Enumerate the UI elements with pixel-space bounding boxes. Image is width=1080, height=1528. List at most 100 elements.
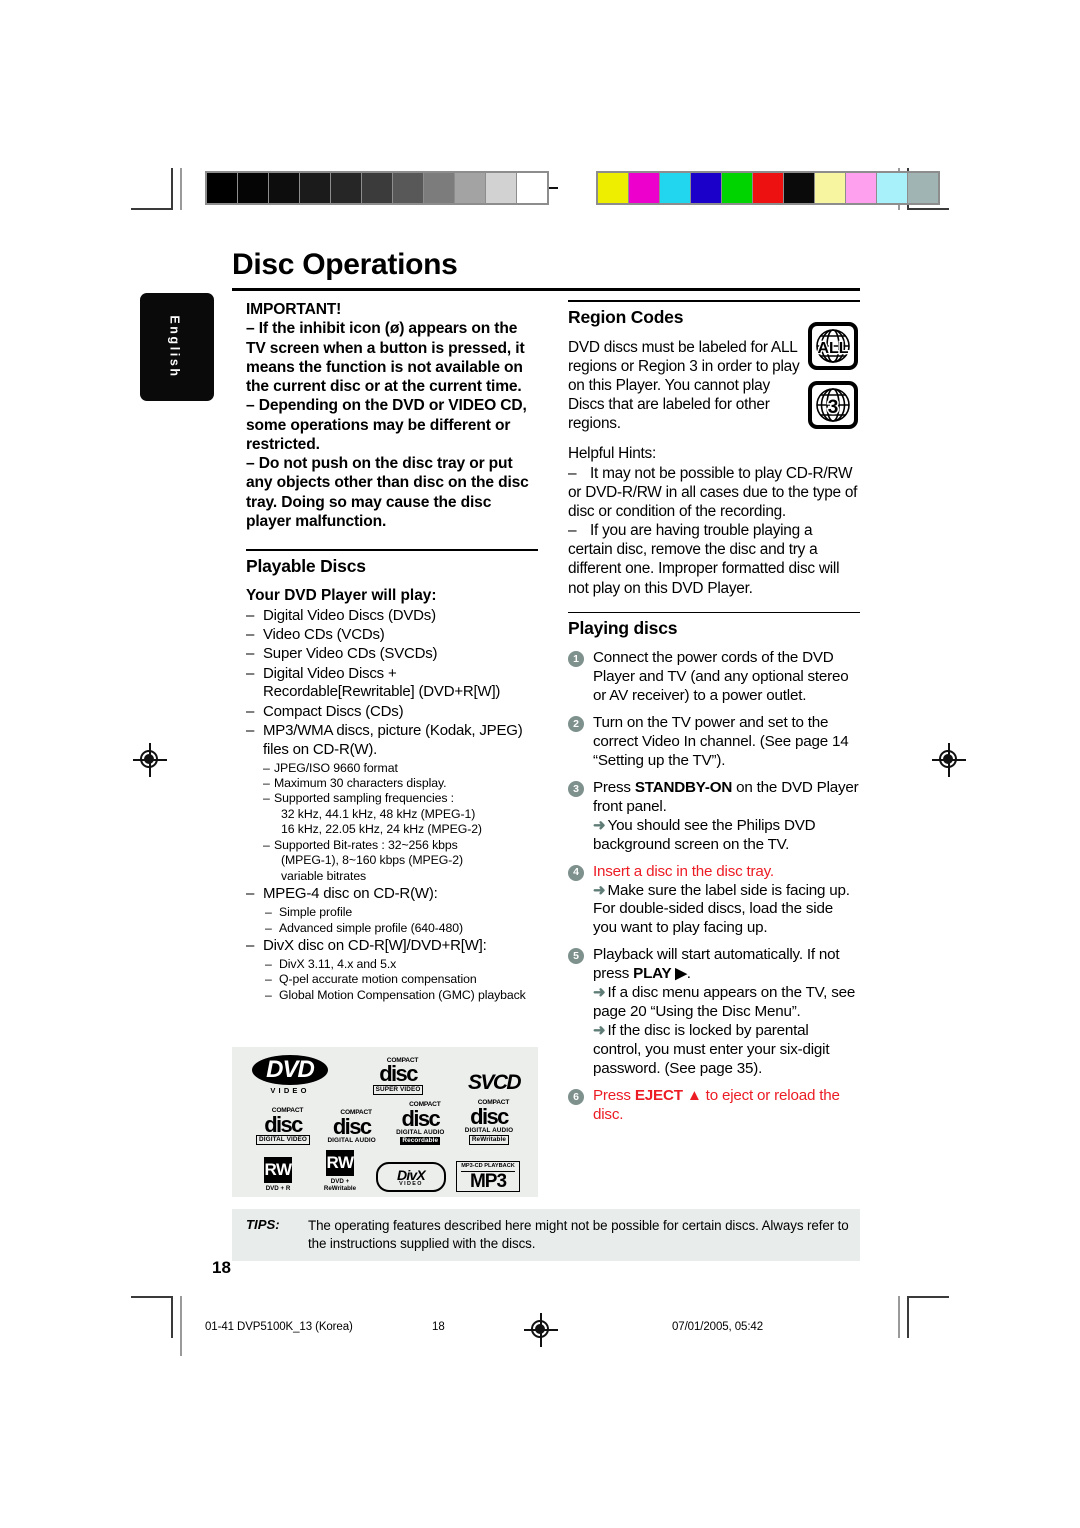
calibration-swatch	[629, 173, 659, 203]
cd-dv-main: disc	[264, 1111, 303, 1137]
arrow-icon: ➜	[593, 816, 606, 834]
dash-bullet: –	[263, 837, 270, 852]
manual-page: English Disc Operations IMPORTANT! – If …	[0, 0, 1080, 1528]
region-codes-rule	[568, 300, 860, 302]
playable-disc-subitem-text: Supported sampling frequencies :	[274, 791, 454, 806]
playable-disc-subitem: – Advanced simple profile (640-480)	[263, 921, 538, 937]
cd-rec-sub: DIGITAL AUDIO	[396, 1129, 445, 1137]
cd-digital-audio-logo-icon: COMPACT disc DIGITAL AUDIO	[321, 1109, 383, 1145]
dvd-video-logo-icon: DVD VIDEO	[252, 1055, 328, 1095]
footer-page: 18	[432, 1321, 445, 1333]
playing-discs-heading: Playing discs	[568, 618, 678, 639]
playable-disc-subitem-text: Supported Bit-rates : 32~256 kbps	[274, 837, 458, 852]
dash-bullet: –	[263, 791, 270, 806]
playable-disc-subitem: – JPEG/ISO 9660 format	[263, 761, 538, 776]
disc-logo-panel: DVD VIDEO COMPACT disc SUPER VIDEO SVCD …	[232, 1047, 538, 1197]
color-calibration-bar	[596, 171, 940, 205]
cd-rw-main: disc	[470, 1103, 509, 1129]
footer-rule	[180, 1296, 182, 1356]
step-text: Playback will start automatically. If no…	[593, 946, 840, 983]
step-text: Turn on the TV power and set to the corr…	[593, 714, 849, 770]
step-text: Press STANDBY-ON on the DVD Player front…	[593, 779, 859, 815]
playable-disc-subitem: – Q-pel accurate motion compensation	[263, 972, 538, 988]
playable-disc-item-text: MP3/WMA discs, picture (Kodak, JPEG) fil…	[263, 721, 523, 758]
step-number-badge: 5	[568, 948, 584, 965]
dvd-plus-r-main: RW	[264, 1157, 292, 1184]
step-note-text: You should see the Philips DVD backgroun…	[593, 816, 816, 853]
playable-disc-item: – Digital Video Discs + Recordable[Rewrit…	[246, 665, 538, 703]
cd-recordable-logo-icon: COMPACT disc DIGITAL AUDIO Recordable	[389, 1101, 451, 1146]
playable-disc-subitem: 16 kHz, 22.05 kHz, 24 kHz (MPEG-2)	[281, 822, 482, 837]
logo-row-2: COMPACT disc DIGITAL VIDEO COMPACT disc …	[252, 1099, 520, 1146]
playable-disc-subitem: – DivX 3.11, 4.x and 5.x	[263, 957, 538, 973]
playable-discs-rule	[246, 549, 538, 551]
helpful-hint-2: – If you are having trouble playing a cer…	[568, 522, 840, 597]
step-note-text: If a disc menu appears on the TV, see pa…	[593, 984, 856, 1021]
step-text-pre: Press	[593, 1086, 635, 1104]
arrow-icon: ➜	[593, 1022, 606, 1040]
calibration-swatch	[598, 173, 628, 203]
dash-bullet: –	[263, 760, 270, 775]
step-note: ➜ You should see the Philips DVD backgrou…	[593, 817, 860, 855]
logo-row-1: DVD VIDEO COMPACT disc SUPER VIDEO SVCD	[252, 1055, 522, 1095]
registration-target-right	[932, 743, 966, 777]
dvd-logo-sub: VIDEO	[270, 1086, 310, 1095]
page-title: Disc Operations	[232, 248, 458, 281]
arrow-icon: ➜	[593, 984, 606, 1002]
dash-bullet: –	[263, 776, 270, 791]
playable-disc-subitem: (MPEG-1), 8~160 kbps (MPEG-2)	[281, 853, 463, 868]
calibration-swatch	[455, 173, 485, 203]
language-tab: English	[140, 293, 214, 401]
important-item-2: – Depending on the DVD or VIDEO CD, some…	[246, 397, 527, 453]
step-note-text: Make sure the label side is facing up. F…	[593, 881, 850, 937]
calibration-swatch	[722, 173, 752, 203]
crop-mark-top-left	[131, 168, 173, 210]
playing-disc-step: 5 Playback will start automatically. If n…	[568, 946, 860, 1078]
helpful-hints-heading: Helpful Hints:	[568, 445, 657, 463]
playable-disc-item: – MP3/WMA discs, picture (Kodak, JPEG) fi…	[246, 722, 538, 884]
svcd-logo-icon: SVCD	[468, 1071, 522, 1094]
calibration-swatch	[207, 173, 237, 203]
helpful-hint-2-text: If you are having trouble playing a cert…	[568, 522, 840, 597]
cd-rw-sub: DIGITAL AUDIO	[464, 1127, 514, 1135]
playing-discs-rule	[568, 611, 860, 614]
cd-da-main: disc	[332, 1113, 372, 1139]
helpful-hint-1-text: It may not be possible to play CD-R/RW o…	[568, 464, 858, 520]
important-block: IMPORTANT! – If the inhibit icon (ø) app…	[246, 300, 538, 531]
calibration-swatch	[815, 173, 845, 203]
playable-disc-item-text: Digital Video Discs (DVDs)	[263, 606, 436, 624]
title-rule	[232, 288, 860, 291]
step-note-text: If the disc is locked by parental contro…	[593, 1022, 830, 1077]
dash-bullet: –	[265, 956, 272, 971]
dvd-plus-rw-logo-icon: RW DVD + ReWritable	[314, 1150, 366, 1192]
playable-disc-subitem-text: JPEG/ISO 9660 format	[274, 760, 398, 775]
playable-disc-item-text: MPEG-4 disc on CD-R(W):	[263, 884, 438, 902]
step-text-emphasis: EJECT ▲	[634, 1086, 702, 1104]
step-text-pre: Playback will start automatically. If no…	[593, 946, 840, 983]
arrow-icon: ➜	[593, 881, 606, 899]
playable-disc-subitem-text: DivX 3.11, 4.x and 5.x	[279, 956, 397, 971]
dash-bullet: –	[246, 645, 255, 663]
playable-disc-subitem-text: Simple profile	[279, 904, 353, 919]
logo-row-3: RW DVD + R RW DVD + ReWritable DivX VIDE…	[252, 1150, 520, 1193]
left-column: IMPORTANT! – If the inhibit icon (ø) app…	[246, 300, 538, 1004]
step-note: ➜ If the disc is locked by parental contr…	[593, 1022, 860, 1079]
registration-target-left	[133, 743, 167, 777]
step-number-badge: 1	[568, 651, 584, 668]
step-text-post: .	[686, 965, 691, 983]
playable-disc-subitem: variable bitrates	[281, 868, 367, 883]
calibration-swatch	[908, 173, 938, 203]
playable-disc-subitem-text: Global Motion Compensation (GMC) playbac…	[279, 988, 526, 1003]
registration-target-bottom	[524, 1313, 558, 1347]
dvd-logo-main: DVD	[252, 1055, 328, 1085]
step-number-badge: 4	[568, 864, 584, 881]
playable-disc-sublist: – DivX 3.11, 4.x and 5.x – Q-pel accurate m…	[263, 957, 538, 1004]
calibration-swatch	[393, 173, 423, 203]
playable-disc-item: – DivX disc on CD-R[W]/DVD+R[W]: – DivX 3.1…	[246, 937, 538, 1004]
playable-disc-subitem-text: Maximum 30 characters display.	[274, 776, 447, 791]
important-item-1: – If the inhibit icon (ø) appears on the…	[246, 320, 525, 395]
step-number-badge: 3	[568, 780, 584, 797]
playing-disc-step: 6 Press EJECT ▲ to eject or reload the di…	[568, 1087, 860, 1125]
region-all-icon: ALL	[808, 322, 858, 370]
dvd-plus-rw-cap: DVD + ReWritable	[323, 1178, 357, 1193]
